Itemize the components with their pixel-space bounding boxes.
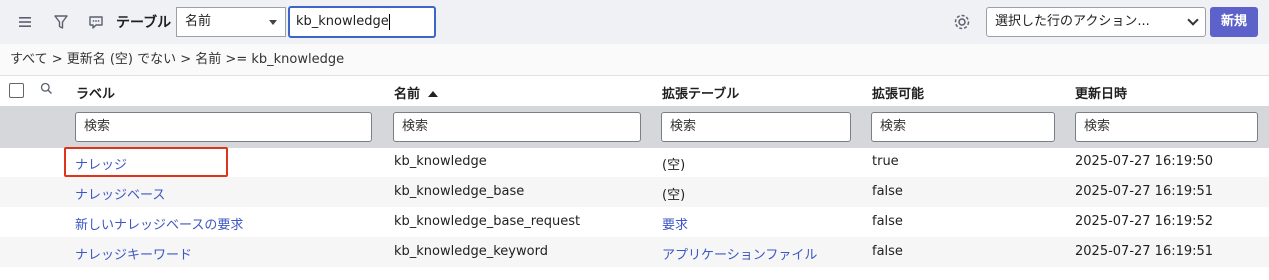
column-header-extensible[interactable]: 拡張可能: [872, 83, 924, 102]
select-all-checkbox[interactable]: [9, 83, 24, 98]
search-input[interactable]: kb_knowledge: [288, 6, 436, 38]
column-header-name[interactable]: 名前: [394, 83, 439, 102]
filter-name-input[interactable]: 検索: [393, 112, 641, 142]
search-field-select-value: 名前: [185, 14, 212, 29]
row-updated: 2025-07-27 16:19:51: [1075, 184, 1214, 199]
column-header-updated[interactable]: 更新日時: [1075, 83, 1127, 102]
search-input-value: kb_knowledge: [296, 14, 389, 29]
text-cursor: [388, 13, 390, 30]
filter-label-input[interactable]: 検索: [75, 112, 372, 142]
caret-down-icon: [269, 20, 277, 25]
highlight-box: [64, 147, 228, 177]
breadcrumb[interactable]: すべて > 更新名 (空) でない > 名前 >= kb_knowledge: [0, 44, 1269, 76]
table-row: 新しいナレッジベースの要求 kb_knowledge_base_request …: [0, 207, 1269, 237]
filter-extensible-input[interactable]: 検索: [871, 112, 1055, 142]
row-name: kb_knowledge_base: [394, 184, 525, 199]
column-search-icon[interactable]: [40, 82, 53, 99]
row-extends: (空): [662, 188, 686, 203]
row-label-link[interactable]: 新しいナレッジベースの要求: [75, 214, 243, 233]
row-name: kb_knowledge_keyword: [394, 244, 548, 259]
list-title: テーブル: [116, 15, 172, 31]
row-actions-select[interactable]: 選択した行のアクション...: [986, 7, 1206, 37]
row-name: kb_knowledge_base_request: [394, 214, 581, 229]
row-extensible: true: [872, 154, 899, 169]
hamburger-menu-icon[interactable]: [14, 11, 36, 33]
chat-bubble-icon[interactable]: [85, 11, 107, 33]
row-name: kb_knowledge: [394, 154, 487, 169]
table-row: ナレッジキーワード kb_knowledge_keyword アプリケーションフ…: [0, 237, 1269, 267]
filter-updated-input[interactable]: 検索: [1075, 112, 1258, 142]
row-label-link[interactable]: ナレッジキーワード: [75, 244, 192, 263]
filter-extends-input[interactable]: 検索: [661, 112, 851, 142]
row-updated: 2025-07-27 16:19:50: [1075, 154, 1214, 169]
search-field-select[interactable]: 名前: [176, 7, 286, 37]
table-header: ラベル 名前 拡張テーブル 拡張可能 更新日時: [0, 76, 1269, 106]
row-label-link[interactable]: ナレッジベース: [75, 184, 165, 203]
row-extensible: false: [872, 184, 903, 199]
row-extends: (空): [662, 158, 686, 173]
row-extensible: false: [872, 214, 903, 229]
column-header-name-text: 名前: [394, 87, 421, 102]
filter-icon[interactable]: [50, 11, 72, 33]
table-row: ナレッジベース kb_knowledge_base (空) false 2025…: [0, 177, 1269, 207]
row-extends-link[interactable]: アプリケーションファイル: [662, 244, 817, 263]
column-header-label[interactable]: ラベル: [76, 83, 115, 102]
table-row: ナレッジ kb_knowledge (空) true 2025-07-27 16…: [0, 147, 1269, 177]
row-actions-select-value: 選択した行のアクション...: [995, 14, 1150, 29]
column-filter-row: 検索 検索 検索 検索 検索: [0, 106, 1269, 148]
row-updated: 2025-07-27 16:19:51: [1075, 244, 1214, 259]
list-toolbar: テーブル 名前 kb_knowledge 選択した行のアクション... 新規: [0, 0, 1269, 44]
row-extensible: false: [872, 244, 903, 259]
sort-ascending-icon: [428, 90, 439, 97]
chevron-down-icon: [1187, 14, 1199, 26]
row-extends-link[interactable]: 要求: [662, 214, 688, 233]
new-button[interactable]: 新規: [1210, 7, 1258, 37]
row-updated: 2025-07-27 16:19:52: [1075, 214, 1214, 229]
column-header-extends[interactable]: 拡張テーブル: [662, 83, 739, 102]
gear-icon[interactable]: [952, 12, 972, 36]
breadcrumb-text[interactable]: すべて > 更新名 (空) でない > 名前 >= kb_knowledge: [10, 52, 344, 67]
